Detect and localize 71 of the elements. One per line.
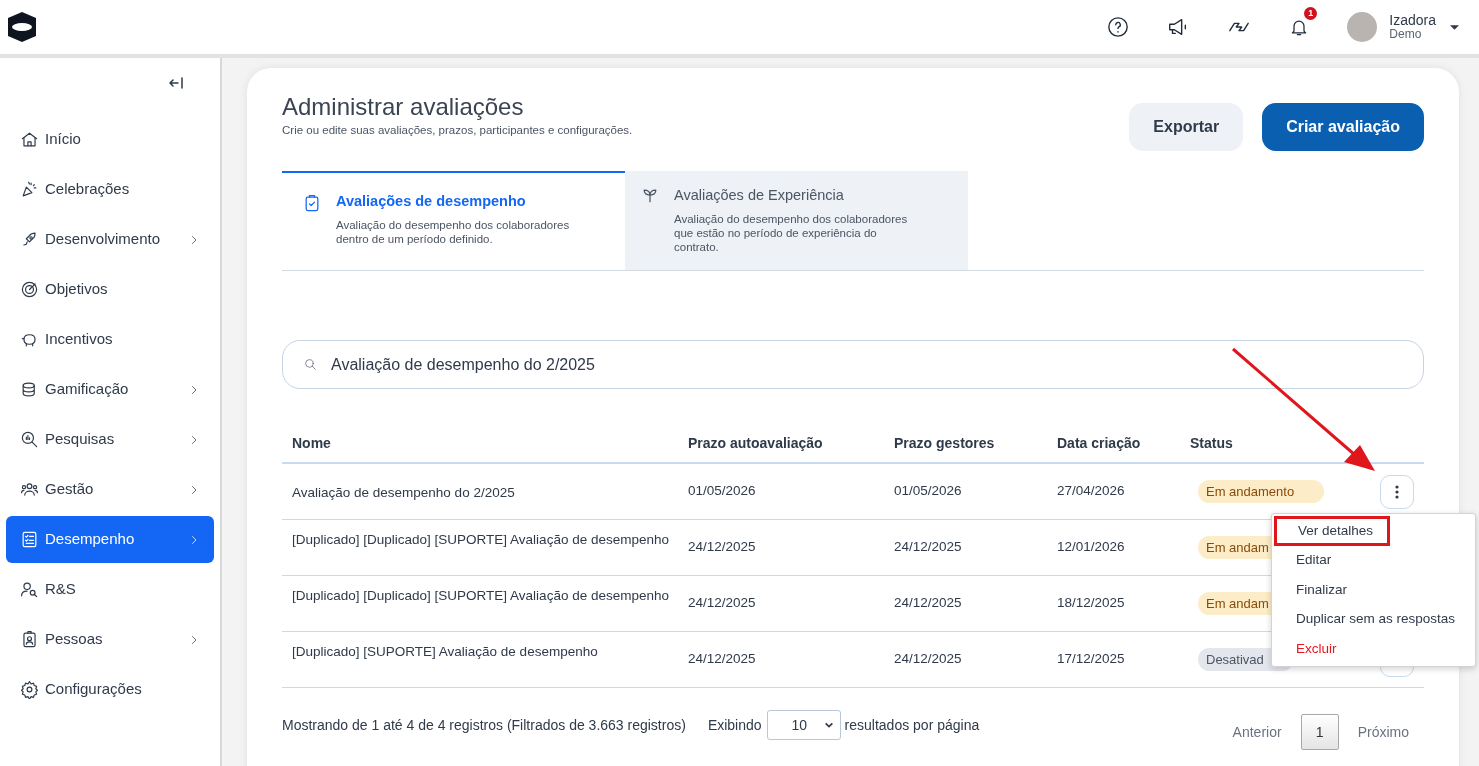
person-search-icon	[20, 580, 39, 599]
chevron-down-icon	[823, 720, 834, 730]
page-size-select[interactable]: 10	[766, 710, 841, 740]
tab-description: Avaliação do desempenho dos colaboradores dentro de um período definido.	[336, 217, 571, 246]
logo-icon	[8, 12, 36, 42]
collapse-sidebar-icon[interactable]	[168, 76, 184, 90]
sidebar-item[interactable]: Pesquisas	[6, 416, 214, 463]
house-icon	[20, 130, 39, 149]
search-icon	[304, 358, 317, 371]
status-badge: Em andamento	[1198, 479, 1325, 504]
sidebar-item[interactable]: Configurações	[6, 666, 214, 713]
tab-title: Avaliações de Experiência	[674, 186, 845, 205]
checklist-icon	[20, 530, 39, 549]
rocket-icon	[20, 230, 39, 249]
kebab-icon	[1395, 484, 1399, 499]
table-cell: Avaliação de desempenho do 2/2025	[292, 485, 515, 500]
column-header: Prazo autoavaliação	[688, 435, 823, 451]
tab-title: Avaliações de desempenho	[336, 192, 527, 211]
previous-page-link[interactable]: Anterior	[1232, 721, 1284, 743]
create-button[interactable]: Criar avaliação	[1262, 103, 1424, 151]
sidebar-item[interactable]: Gestão	[6, 466, 214, 513]
user-name: Izadora	[1389, 13, 1436, 27]
sidebar-item[interactable]: Pessoas	[6, 616, 214, 663]
table-cell: 24/12/2025	[894, 539, 962, 555]
table-cell: 01/05/2026	[894, 483, 962, 499]
page-number-button[interactable]: 1	[1300, 714, 1339, 750]
table-cell: 24/12/2025	[688, 595, 756, 611]
sidebar-item[interactable]: Incentivos	[6, 316, 214, 363]
table-cell: 17/12/2025	[1057, 651, 1125, 667]
next-page-link[interactable]: Próximo	[1355, 721, 1409, 743]
export-button[interactable]: Exportar	[1129, 103, 1244, 151]
table-cell: 12/01/2026	[1057, 539, 1125, 555]
records-summary: Mostrando de 1 até 4 de 4 registros (Filtrados de 3.663 registros)	[282, 715, 686, 735]
id-badge-icon	[20, 630, 39, 649]
sidebar-item[interactable]: Gamificação	[6, 366, 214, 413]
page-title: Administrar avaliações	[282, 92, 525, 122]
sidebar-item[interactable]: Desenvolvimento	[6, 216, 214, 263]
table-cell: 24/12/2025	[688, 539, 756, 555]
table-cell: 18/12/2025	[1057, 595, 1125, 611]
column-header: Data criação	[1057, 435, 1141, 451]
table-cell: 27/04/2026	[1057, 483, 1125, 499]
table-cell: [Duplicado] [Duplicado] [SUPORTE] Avaliação de desempenho	[292, 532, 669, 547]
page-subtitle: Crie ou edite suas avaliações, prazos, participantes e configurações.	[282, 123, 633, 138]
target-icon	[20, 280, 39, 299]
page-size-label: Exibindo	[707, 715, 762, 735]
column-header: Nome	[292, 435, 331, 451]
caret-icon[interactable]	[1450, 24, 1459, 30]
table-cell: [Duplicado] [Duplicado] [SUPORTE] Avaliação de desempenho	[292, 588, 669, 603]
sidebar-item[interactable]: Desempenho	[6, 516, 214, 563]
people-icon	[20, 480, 39, 499]
page-size-suffix: resultados por página	[844, 715, 980, 735]
tab[interactable]: Avaliações de Experiência Avaliação do desempenho dos colaboradores que estão no período de experiência do contrato.	[625, 171, 968, 270]
tab-description: Avaliação do desempenho dos colaboradores que estão no período de experiência do contrato.	[674, 211, 909, 254]
table-cell: [Duplicado] [SUPORTE] Avaliação de desempenho	[292, 644, 598, 659]
search-field[interactable]: Avaliação de desempenho do 2/2025	[282, 340, 1424, 389]
magnifier-chart-icon	[20, 430, 39, 449]
sidebar-item[interactable]: R&S	[6, 566, 214, 613]
table-cell: 24/12/2025	[894, 651, 962, 667]
table-cell: 24/12/2025	[894, 595, 962, 611]
table-cell: 01/05/2026	[688, 483, 756, 499]
table-cell: 24/12/2025	[688, 651, 756, 667]
column-header: Prazo gestores	[894, 435, 995, 451]
column-header: Status	[1190, 435, 1233, 451]
help-icon[interactable]	[1107, 16, 1130, 38]
user-role: Demo	[1389, 27, 1423, 41]
party-popper-icon	[20, 180, 39, 199]
sidebar-item[interactable]: Início	[6, 116, 214, 163]
sidebar-item[interactable]: Objetivos	[6, 266, 214, 313]
notification-badge: 1	[1304, 7, 1318, 20]
settings-icon	[20, 680, 39, 699]
sidebar-item[interactable]: Celebrações	[6, 166, 214, 213]
